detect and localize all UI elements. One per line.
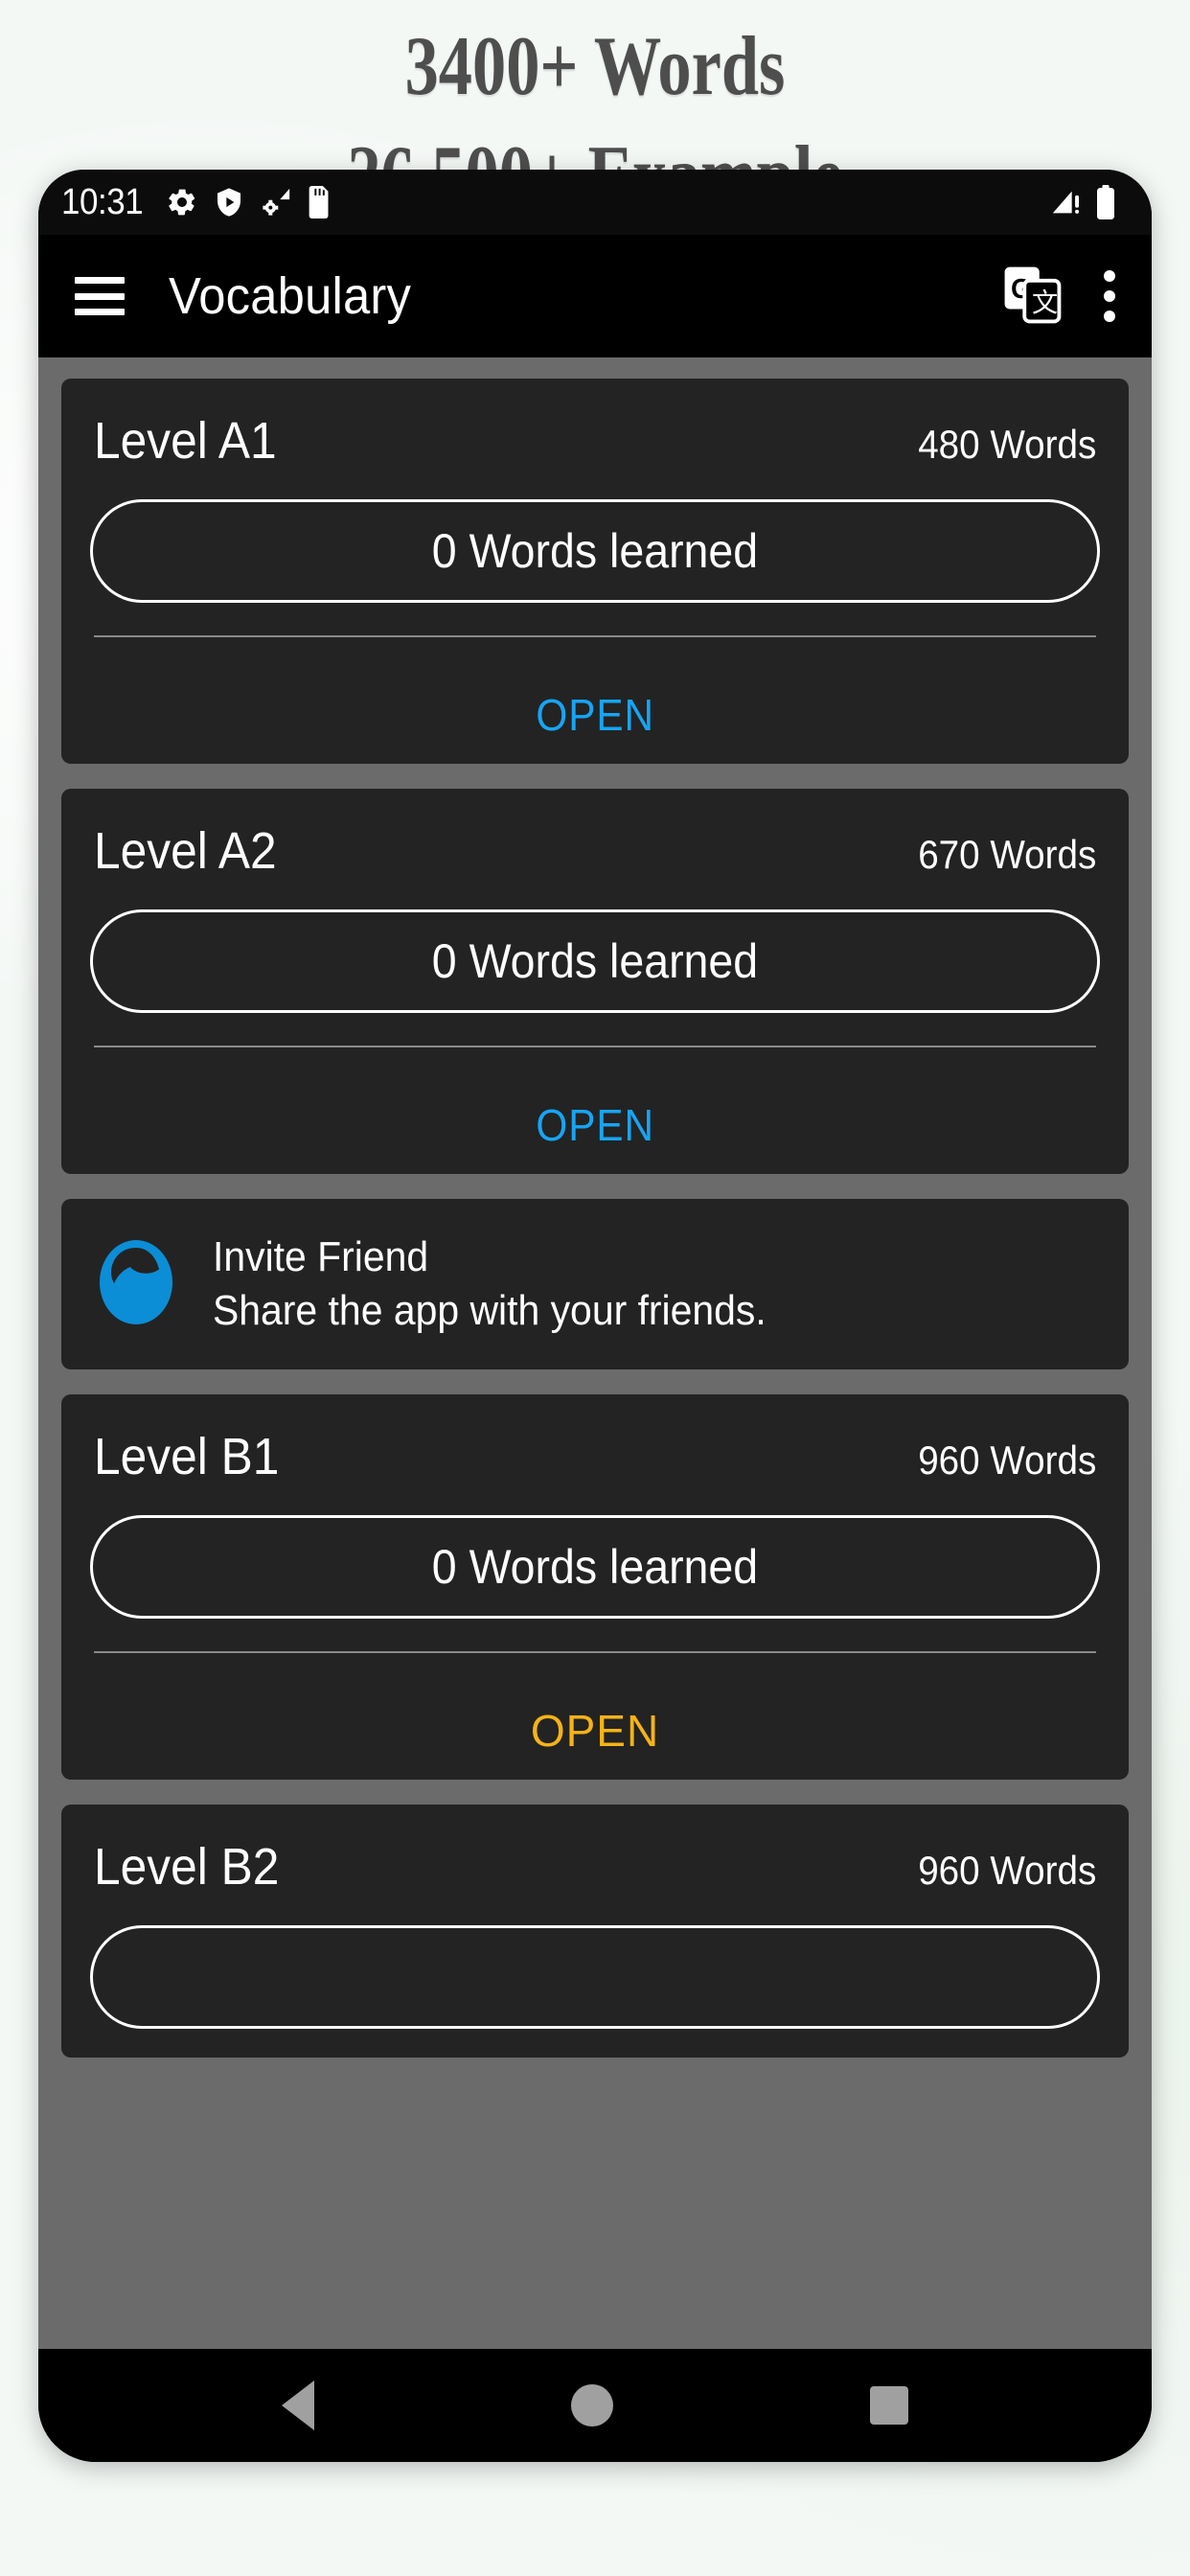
- play-protect-icon: [214, 186, 244, 218]
- level-card-b1[interactable]: Level B1 960 Words 0 Words learned OPEN: [61, 1394, 1129, 1780]
- level-word-count: 670 Words: [917, 832, 1096, 877]
- invite-friend-subtitle: Share the app with your friends.: [213, 1287, 767, 1334]
- level-card-body: Level A2 670 Words 0 Words learned: [61, 789, 1129, 1076]
- invite-friend-title: Invite Friend: [213, 1233, 429, 1280]
- home-circle-icon[interactable]: [571, 2384, 613, 2426]
- level-title: Level B2: [94, 1838, 280, 1896]
- level-card-body: Level B1 960 Words 0 Words learned: [61, 1394, 1129, 1682]
- status-bar-left: 10:31: [61, 182, 332, 223]
- open-button[interactable]: OPEN: [61, 1682, 1129, 1780]
- svg-text:文: 文: [1032, 288, 1058, 318]
- words-learned-pill[interactable]: 0 Words learned: [90, 1515, 1100, 1619]
- google-translate-icon[interactable]: G 文: [1002, 264, 1062, 329]
- open-button[interactable]: OPEN: [61, 666, 1129, 764]
- sd-card-icon: [308, 186, 332, 218]
- friend-face-icon: [90, 1236, 182, 1333]
- phone-frame: 10:31 Vocabulary G 文 Level A1 480 Words …: [38, 170, 1152, 2462]
- app-bar: Vocabulary G 文: [38, 235, 1152, 357]
- gear-icon: [166, 186, 198, 218]
- status-bar-clock: 10:31: [61, 181, 144, 222]
- back-triangle-icon[interactable]: [282, 2380, 314, 2430]
- level-card-a1[interactable]: Level A1 480 Words 0 Words learned OPEN: [61, 379, 1129, 764]
- card-divider: [94, 635, 1096, 637]
- level-card-a2[interactable]: Level A2 670 Words 0 Words learned OPEN: [61, 789, 1129, 1174]
- words-learned-label: 0 Words learned: [431, 524, 759, 578]
- open-button-label: OPEN: [536, 690, 654, 740]
- settings-sync-icon: [260, 186, 292, 218]
- hamburger-menu-icon[interactable]: [75, 277, 125, 315]
- level-word-count: 960 Words: [917, 1438, 1096, 1483]
- level-list[interactable]: Level A1 480 Words 0 Words learned OPEN …: [38, 357, 1152, 2349]
- app-bar-actions: G 文: [1002, 264, 1117, 329]
- level-card-body: Level A1 480 Words 0 Words learned: [61, 379, 1129, 666]
- page-title: Vocabulary: [169, 267, 412, 325]
- words-learned-label: 0 Words learned: [431, 934, 759, 988]
- level-card-header: Level A1 480 Words: [90, 411, 1100, 471]
- invite-friend-card[interactable]: Invite Friend Share the app with your fr…: [61, 1199, 1129, 1369]
- battery-icon: [1096, 185, 1115, 219]
- overflow-menu-icon[interactable]: [1090, 270, 1117, 322]
- open-button[interactable]: OPEN: [61, 1076, 1129, 1174]
- level-title: Level B1: [94, 1428, 280, 1485]
- card-divider: [94, 1046, 1096, 1047]
- signal-alert-icon: [1050, 186, 1083, 218]
- level-title: Level A1: [94, 412, 277, 470]
- level-card-header: Level A2 670 Words: [90, 821, 1100, 881]
- words-learned-label: 0 Words learned: [431, 1540, 759, 1594]
- open-button-label: OPEN: [530, 1706, 660, 1756]
- level-card-header: Level B2 960 Words: [90, 1837, 1100, 1897]
- open-button-label: OPEN: [536, 1100, 654, 1150]
- level-word-count: 960 Words: [917, 1848, 1096, 1893]
- navigation-bar: [38, 2349, 1152, 2462]
- level-word-count: 480 Words: [917, 422, 1096, 467]
- invite-friend-text: Invite Friend Share the app with your fr…: [213, 1233, 808, 1335]
- level-card-header: Level B1 960 Words: [90, 1427, 1100, 1486]
- promo-line-words: 3400+ Words: [404, 20, 786, 113]
- recents-square-icon[interactable]: [870, 2386, 908, 2425]
- words-learned-pill[interactable]: 0 Words learned: [90, 499, 1100, 603]
- level-title: Level A2: [94, 822, 277, 880]
- status-bar: 10:31: [38, 170, 1152, 235]
- level-card-b2[interactable]: Level B2 960 Words: [61, 1805, 1129, 2058]
- status-bar-right: [1050, 185, 1115, 219]
- words-learned-pill[interactable]: 0 Words learned: [90, 909, 1100, 1013]
- card-divider: [94, 1651, 1096, 1653]
- words-learned-pill[interactable]: [90, 1925, 1100, 2029]
- level-card-body: Level B2 960 Words: [61, 1805, 1129, 2058]
